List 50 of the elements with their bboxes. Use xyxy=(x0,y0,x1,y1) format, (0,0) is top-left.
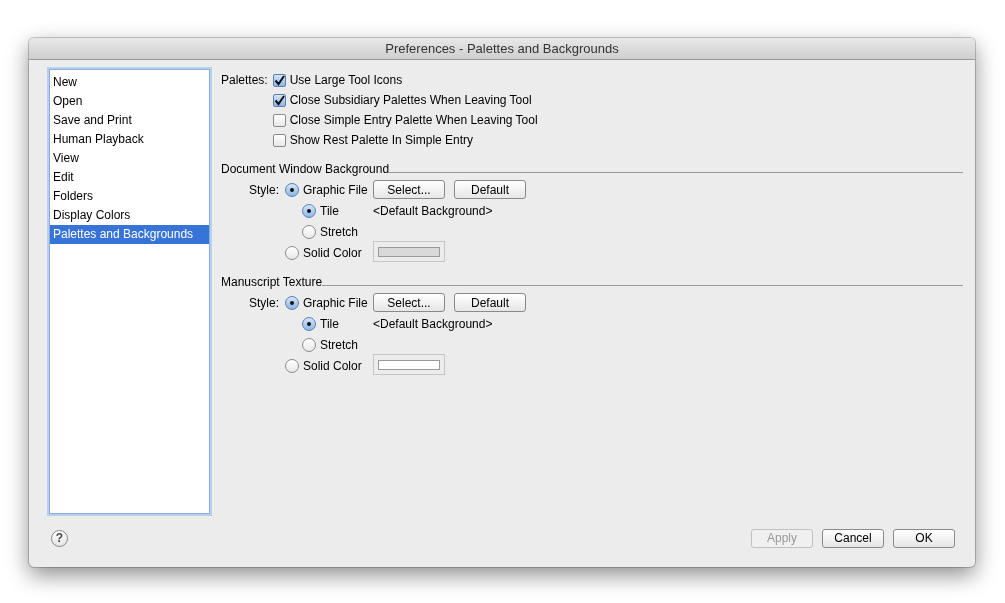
checkbox[interactable] xyxy=(272,133,286,147)
checkbox-label: Show Rest Palette In Simple Entry xyxy=(289,132,474,149)
style-label: Style: xyxy=(248,182,280,197)
color-well[interactable] xyxy=(373,354,445,375)
section-heading: Document Window Background xyxy=(221,162,390,176)
checkbox[interactable] xyxy=(272,73,286,87)
radio-button[interactable] xyxy=(285,182,299,197)
radio-button[interactable] xyxy=(285,295,299,310)
radio-button[interactable] xyxy=(302,224,316,239)
section-heading: Manuscript Texture xyxy=(221,275,323,289)
dialog-button[interactable]: Cancel xyxy=(822,528,884,548)
radio-button[interactable] xyxy=(285,245,299,260)
checkbox-label: Close Simple Entry Palette When Leaving Tool xyxy=(289,112,538,129)
window-title: Preferences - Palettes and Backgrounds xyxy=(385,41,619,56)
radio-label: Solid Color xyxy=(303,358,362,373)
category-item[interactable]: View xyxy=(50,149,209,168)
category-item[interactable]: Folders xyxy=(50,187,209,206)
radio-label: Graphic File xyxy=(303,182,368,197)
checkbox[interactable] xyxy=(272,93,286,107)
color-well[interactable] xyxy=(373,241,445,262)
style-label: Style: xyxy=(248,295,280,310)
checkbox[interactable] xyxy=(272,113,286,127)
help-button[interactable]: ? xyxy=(51,529,68,547)
radio-label: Graphic File xyxy=(303,295,368,310)
checkbox-label: Use Large Tool Icons xyxy=(289,72,403,89)
checkbox-label: Close Subsidiary Palettes When Leaving Tool xyxy=(289,92,532,109)
radio-label: Stretch xyxy=(320,337,358,352)
file-button[interactable]: Select... xyxy=(373,293,445,312)
category-item[interactable]: Display Colors xyxy=(50,206,209,225)
palettes-label: Palettes: xyxy=(221,72,268,89)
category-item[interactable]: Open xyxy=(50,92,209,111)
category-item[interactable]: New xyxy=(50,73,209,92)
radio-button[interactable] xyxy=(285,358,299,373)
category-item[interactable]: Save and Print xyxy=(50,111,209,130)
radio-button[interactable] xyxy=(302,316,316,331)
file-button[interactable]: Default xyxy=(454,293,526,312)
radio-button[interactable] xyxy=(302,203,316,218)
radio-label: Solid Color xyxy=(303,245,362,260)
dialog-button[interactable]: OK xyxy=(893,528,955,548)
file-name: <Default Background> xyxy=(373,316,494,331)
file-button[interactable]: Select... xyxy=(373,180,445,199)
radio-label: Tile xyxy=(320,316,339,331)
category-item[interactable]: Palettes and Backgrounds xyxy=(50,225,209,244)
file-button[interactable]: Default xyxy=(454,180,526,199)
radio-button[interactable] xyxy=(302,337,316,352)
radio-label: Tile xyxy=(320,203,339,218)
category-item[interactable]: Edit xyxy=(50,168,209,187)
radio-label: Stretch xyxy=(320,224,358,239)
file-name: <Default Background> xyxy=(373,203,494,218)
category-item[interactable]: Human Playback xyxy=(50,130,209,149)
